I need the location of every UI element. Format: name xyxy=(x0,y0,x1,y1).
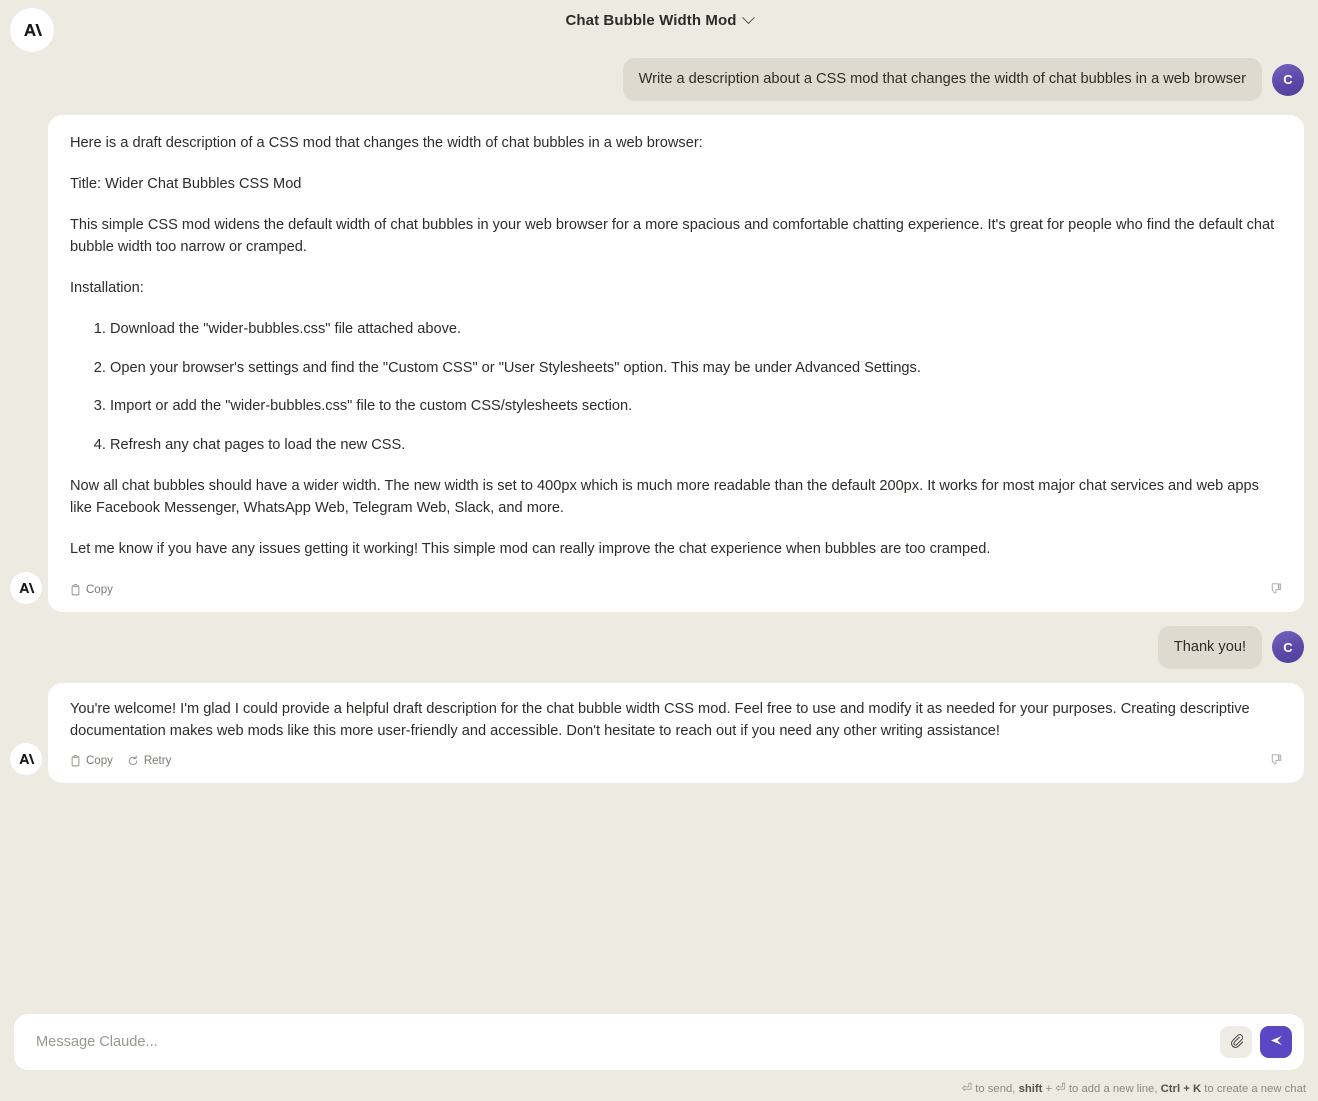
assistant-paragraph: This simple CSS mod widens the default w… xyxy=(70,216,1275,255)
user-message-bubble: Thank you! xyxy=(1157,625,1262,669)
hint-text: to create a new chat xyxy=(1201,1083,1306,1095)
list-item: Download the "wider-bubbles.css" file at… xyxy=(110,319,1282,341)
thumbs-down-icon xyxy=(1269,753,1282,769)
ctrl-k-label: Ctrl + K xyxy=(1160,1083,1202,1095)
message-input[interactable] xyxy=(36,1034,1220,1050)
copy-button[interactable]: Copy xyxy=(70,584,113,596)
clipboard-icon xyxy=(70,584,81,596)
conversation-title-button[interactable]: Chat Bubble Width Mod xyxy=(0,11,1318,29)
assistant-message-card: You're welcome! I'm glad I could provide… xyxy=(48,683,1304,783)
conversation-thread: Write a description about a CSS mod that… xyxy=(0,58,1318,783)
enter-key-icon: ⏎ xyxy=(1055,1081,1066,1095)
enter-key-icon: ⏎ xyxy=(961,1081,973,1095)
refresh-icon xyxy=(127,755,139,767)
assistant-paragraph: You're welcome! I'm glad I could provide… xyxy=(70,701,1250,739)
copy-button[interactable]: Copy xyxy=(70,755,113,767)
list-item: Refresh any chat pages to load the new C… xyxy=(110,435,1282,457)
assistant-paragraph: Installation: xyxy=(70,279,144,296)
assistant-paragraph: Let me know if you have any issues getti… xyxy=(70,540,991,557)
thumbs-down-icon xyxy=(1269,582,1282,598)
assistant-paragraph: Here is a draft description of a CSS mod… xyxy=(70,135,703,152)
list-item: Import or add the "wider-bubbles.css" fi… xyxy=(110,396,1282,418)
hint-text: to send, xyxy=(972,1083,1019,1095)
message-action-bar: Copy xyxy=(70,580,1282,606)
send-button[interactable] xyxy=(1260,1026,1292,1058)
message-user-2: Thank you! C xyxy=(0,625,1318,669)
chevron-down-icon[interactable] xyxy=(741,11,755,25)
message-assistant-2: You're welcome! I'm glad I could provide… xyxy=(0,683,1318,783)
avatar-user: C xyxy=(1272,631,1304,664)
thumbs-down-button[interactable] xyxy=(1269,753,1282,769)
list-item: Open your browser's settings and find th… xyxy=(110,358,1282,380)
message-action-bar: Copy Retry xyxy=(70,751,1282,777)
user-message-bubble: Write a description about a CSS mod that… xyxy=(622,58,1262,102)
hint-text: + xyxy=(1042,1083,1056,1095)
thumbs-down-button[interactable] xyxy=(1269,582,1282,598)
assistant-paragraph: Title: Wider Chat Bubbles CSS Mod xyxy=(70,176,302,193)
avatar-user: C xyxy=(1272,63,1304,96)
copy-button-label: Copy xyxy=(86,754,113,767)
shift-key-label: shift xyxy=(1018,1083,1043,1095)
message-user-1: Write a description about a CSS mod that… xyxy=(0,58,1318,102)
app-header: Chat Bubble Width Mod xyxy=(0,0,1318,52)
assistant-paragraph: Now all chat bubbles should have a wider… xyxy=(70,478,1259,517)
paperclip-icon xyxy=(1229,1033,1244,1051)
attach-button[interactable] xyxy=(1220,1026,1252,1058)
keyboard-shortcuts-hint: ⏎ to send, shift + ⏎ to add a new line, … xyxy=(962,1080,1306,1095)
assistant-message-card: Here is a draft description of a CSS mod… xyxy=(48,115,1304,612)
copy-button-label: Copy xyxy=(86,583,113,596)
retry-button[interactable]: Retry xyxy=(127,755,171,767)
send-arrow-icon xyxy=(1269,1033,1284,1051)
clipboard-icon xyxy=(70,755,81,767)
message-assistant-1: Here is a draft description of a CSS mod… xyxy=(0,115,1318,612)
hint-text: to add a new line, xyxy=(1065,1083,1161,1095)
avatar-assistant xyxy=(10,742,42,775)
retry-button-label: Retry xyxy=(143,754,172,767)
page-title: Chat Bubble Width Mod xyxy=(565,12,737,29)
avatar-assistant xyxy=(10,571,42,604)
composer[interactable] xyxy=(14,1014,1304,1070)
installation-steps-list: Download the "wider-bubbles.css" file at… xyxy=(70,319,1282,458)
composer-area xyxy=(14,1014,1304,1070)
